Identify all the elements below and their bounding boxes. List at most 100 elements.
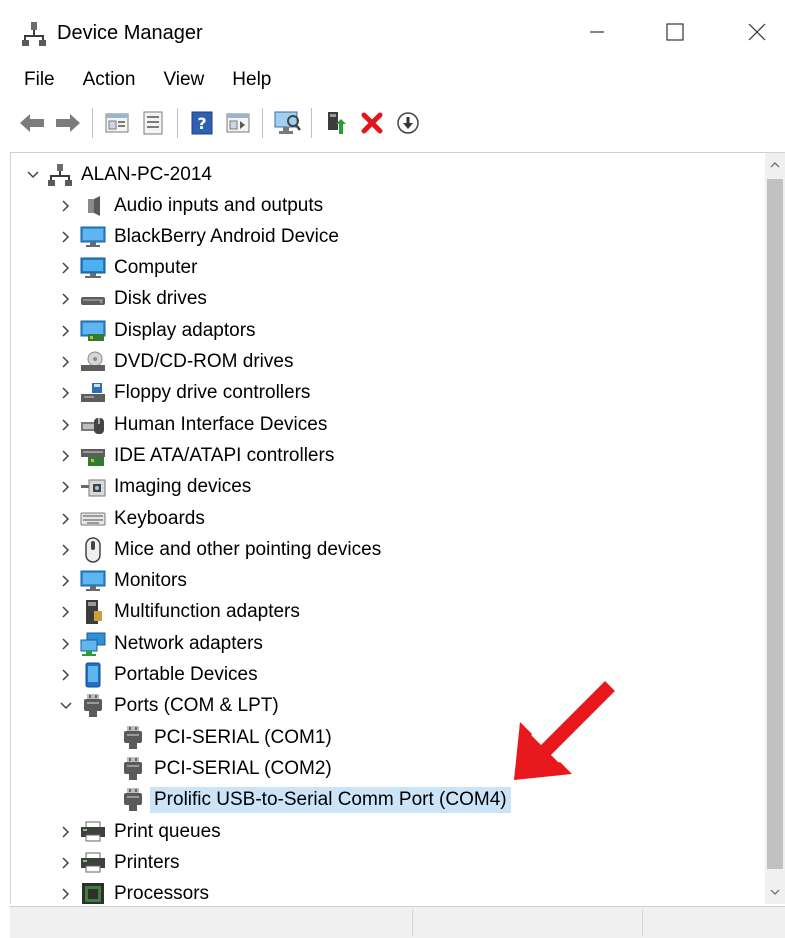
tree-item-label: Portable Devices: [114, 664, 258, 685]
tree-item-label: Floppy drive controllers: [114, 382, 311, 404]
tree-item-label: Audio inputs and outputs: [114, 194, 324, 216]
chevron-right-icon[interactable]: [56, 446, 76, 466]
scroll-down-icon[interactable]: [765, 880, 785, 904]
toolbar-separator: [311, 108, 312, 138]
tree-category-item[interactable]: Monitors: [56, 566, 187, 597]
chevron-right-icon[interactable]: [56, 884, 76, 904]
chevron-right-icon[interactable]: [56, 822, 76, 842]
menu-help[interactable]: Help: [232, 69, 271, 91]
back-icon[interactable]: [16, 107, 48, 139]
tree-category-item[interactable]: Print queues: [56, 816, 221, 847]
chevron-right-icon[interactable]: [56, 477, 76, 497]
tree-category-item[interactable]: Mice and other pointing devices: [56, 534, 381, 565]
toolbar-separator: [177, 108, 178, 138]
tree-category-item[interactable]: Floppy drive controllers: [56, 378, 310, 409]
scan-icon[interactable]: [271, 107, 303, 139]
camera-icon: [80, 474, 106, 500]
tree-item-label: Ports (COM & LPT): [114, 695, 279, 717]
tree-item-label: BlackBerry Android Device: [114, 225, 339, 247]
chevron-right-icon[interactable]: [56, 634, 76, 654]
tree-category-item[interactable]: Processors: [56, 879, 209, 904]
printer-icon: [80, 850, 106, 876]
scroll-up-icon[interactable]: [765, 153, 785, 177]
tree-category-item[interactable]: Keyboards: [56, 503, 205, 534]
chevron-right-icon[interactable]: [56, 383, 76, 403]
tree-item-label: DVD/CD-ROM drives: [114, 351, 294, 372]
chevron-right-icon[interactable]: [56, 258, 76, 278]
tree-item-label: Keyboards: [114, 507, 205, 529]
chevron-right-icon[interactable]: [56, 196, 76, 216]
toolbar-separator: [92, 108, 93, 138]
tree-category-item[interactable]: Display adaptors: [56, 315, 256, 346]
chevron-right-icon[interactable]: [56, 352, 76, 372]
window-title: Device Manager: [57, 22, 203, 44]
tree-category-item[interactable]: Ports (COM & LPT): [56, 691, 279, 722]
tree-item-label: Mice and other pointing devices: [114, 538, 382, 560]
red-arrow-annotation: [514, 681, 615, 780]
printer-icon: [80, 819, 106, 845]
tree-category-item[interactable]: DVD/CD-ROM drives: [56, 347, 293, 378]
menu-file[interactable]: File: [24, 69, 55, 91]
tree-category-item[interactable]: Network adapters: [56, 628, 263, 659]
chevron-right-icon[interactable]: [56, 665, 76, 685]
mouse-icon: [80, 537, 106, 563]
update-icon[interactable]: [137, 107, 169, 139]
forward-icon[interactable]: [52, 107, 84, 139]
tree-item-label: Monitors: [114, 570, 187, 592]
dvd-icon: [80, 349, 106, 375]
ide-icon: [80, 443, 106, 469]
help-icon[interactable]: ?: [186, 107, 218, 139]
chevron-right-icon[interactable]: [56, 853, 76, 873]
chevron-down-icon[interactable]: [23, 165, 43, 185]
tree-category-item[interactable]: Portable Devices: [56, 660, 258, 691]
close-button[interactable]: [732, 10, 782, 54]
vertical-scrollbar[interactable]: [765, 153, 785, 904]
tree-item-label: IDE ATA/ATAPI controllers: [114, 444, 335, 466]
maximize-button[interactable]: [650, 10, 700, 54]
disk-icon: [80, 286, 106, 312]
view-icon[interactable]: [222, 107, 254, 139]
tree-category-item[interactable]: BlackBerry Android Device: [56, 221, 339, 252]
processor-icon: [80, 881, 106, 904]
tree-category-item[interactable]: IDE ATA/ATAPI controllers: [56, 440, 334, 471]
tree-category-item[interactable]: Disk drives: [56, 284, 207, 315]
chevron-right-icon[interactable]: [56, 321, 76, 341]
tree-category-item[interactable]: Human Interface Devices: [56, 409, 327, 440]
menu-action[interactable]: Action: [83, 69, 136, 91]
tree-item-label: Multifunction adapters: [114, 601, 300, 623]
tree-category-item[interactable]: Printers: [56, 847, 179, 878]
chevron-down-icon[interactable]: [56, 696, 76, 716]
chevron-right-icon[interactable]: [56, 571, 76, 591]
chevron-right-icon[interactable]: [56, 602, 76, 622]
chevron-right-icon[interactable]: [56, 415, 76, 435]
chevron-right-icon[interactable]: [56, 227, 76, 247]
enable-device-icon[interactable]: [320, 107, 352, 139]
uninstall-icon[interactable]: [356, 107, 388, 139]
tree-item-label: PCI-SERIAL (COM1): [154, 726, 332, 748]
tree-root-label: ALAN-PC-2014: [81, 163, 212, 185]
tree-item-label: Print queues: [114, 820, 221, 842]
chevron-right-icon[interactable]: [56, 509, 76, 529]
tree-device-item[interactable]: PCI-SERIAL (COM2): [120, 753, 332, 784]
download-icon[interactable]: [392, 107, 424, 139]
properties-icon[interactable]: [101, 107, 133, 139]
menu-view[interactable]: View: [163, 69, 204, 91]
port-icon: [120, 725, 146, 751]
tree-root[interactable]: ALAN-PC-2014: [23, 159, 212, 190]
tree-device-item[interactable]: Prolific USB-to-Serial Comm Port (COM4): [120, 785, 511, 816]
scroll-thumb[interactable]: [767, 179, 783, 869]
tree-category-item[interactable]: Computer: [56, 253, 197, 284]
toolbar-separator: [262, 108, 263, 138]
tree-category-item[interactable]: Audio inputs and outputs: [56, 190, 323, 221]
monitor-icon: [80, 224, 106, 250]
computer-network-icon: [47, 162, 73, 188]
minimize-button[interactable]: [572, 10, 622, 54]
chevron-right-icon[interactable]: [56, 289, 76, 309]
chevron-right-icon[interactable]: [56, 540, 76, 560]
port-icon: [120, 756, 146, 782]
portable-icon: [80, 662, 106, 688]
port-icon: [120, 787, 146, 813]
tree-device-item[interactable]: PCI-SERIAL (COM1): [120, 722, 332, 753]
tree-category-item[interactable]: Multifunction adapters: [56, 597, 300, 628]
tree-category-item[interactable]: Imaging devices: [56, 472, 251, 503]
